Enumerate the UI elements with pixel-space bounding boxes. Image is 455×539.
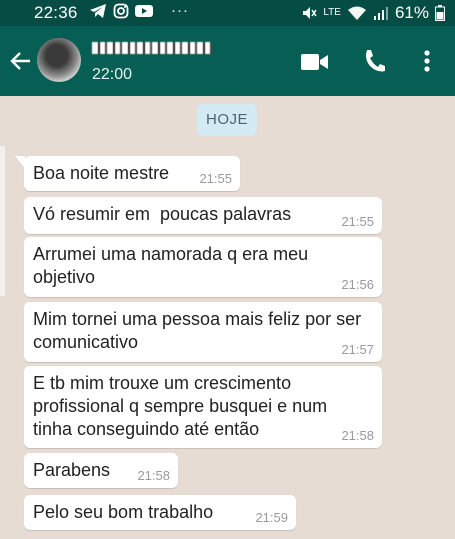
more-vert-icon[interactable] bbox=[424, 50, 430, 72]
back-arrow-icon[interactable] bbox=[8, 48, 34, 74]
message-time: 21:56 bbox=[341, 277, 374, 292]
video-call-icon[interactable] bbox=[301, 53, 328, 71]
message-bubble[interactable]: Pelo seu bom trabalho 21:59 bbox=[24, 495, 296, 530]
avatar[interactable] bbox=[37, 38, 81, 82]
message-time: 21:55 bbox=[199, 171, 232, 186]
instagram-icon bbox=[113, 3, 129, 18]
signal-icon bbox=[373, 7, 388, 20]
message-bubble[interactable]: E tb mim trouxe um crescimento profissio… bbox=[24, 366, 382, 448]
message-time: 21:58 bbox=[341, 428, 374, 443]
battery-percent: 61% bbox=[394, 3, 429, 22]
message-text: Mim tornei uma pessoa mais feliz por ser… bbox=[33, 309, 362, 352]
contact-name-obscured[interactable] bbox=[92, 42, 212, 54]
last-seen: 22:00 bbox=[92, 66, 133, 83]
scroll-edge bbox=[0, 146, 5, 296]
more-icon: ··· bbox=[171, 2, 189, 19]
message-bubble[interactable]: Arrumei uma namorada q era meu objetivo … bbox=[24, 237, 382, 297]
telegram-icon bbox=[90, 3, 106, 18]
chat-area[interactable]: HOJE Boa noite mestre 21:55 Vó resumir e… bbox=[0, 96, 455, 539]
message-text: E tb mim trouxe um crescimento profissio… bbox=[33, 373, 328, 439]
youtube-icon bbox=[135, 4, 153, 17]
message-text: Vó resumir em poucas palavras bbox=[33, 204, 292, 224]
message-text: Pelo seu bom trabalho bbox=[33, 502, 214, 522]
message-time: 21:57 bbox=[341, 342, 374, 357]
battery-icon bbox=[435, 5, 445, 21]
message-bubble[interactable]: Parabens 21:58 bbox=[24, 453, 178, 488]
date-chip: HOJE bbox=[197, 104, 258, 136]
phone-icon[interactable] bbox=[362, 48, 386, 74]
message-bubble[interactable]: Vó resumir em poucas palavras 21:55 bbox=[24, 197, 382, 234]
message-bubble[interactable]: Mim tornei uma pessoa mais feliz por ser… bbox=[24, 302, 382, 362]
message-bubble[interactable]: Boa noite mestre 21:55 bbox=[15, 156, 240, 191]
volte-icon: LTE bbox=[323, 7, 341, 18]
message-text: Arrumei uma namorada q era meu objetivo bbox=[33, 244, 309, 287]
chat-header: 22:00 bbox=[0, 26, 455, 96]
message-time: 21:59 bbox=[255, 510, 288, 525]
status-time: 22:36 bbox=[34, 3, 78, 22]
message-time: 21:55 bbox=[341, 214, 374, 229]
mute-icon bbox=[303, 7, 317, 19]
status-bar: 22:36 ··· LTE 61% bbox=[0, 0, 455, 26]
message-time: 21:58 bbox=[137, 468, 170, 483]
wifi-icon bbox=[347, 6, 366, 20]
